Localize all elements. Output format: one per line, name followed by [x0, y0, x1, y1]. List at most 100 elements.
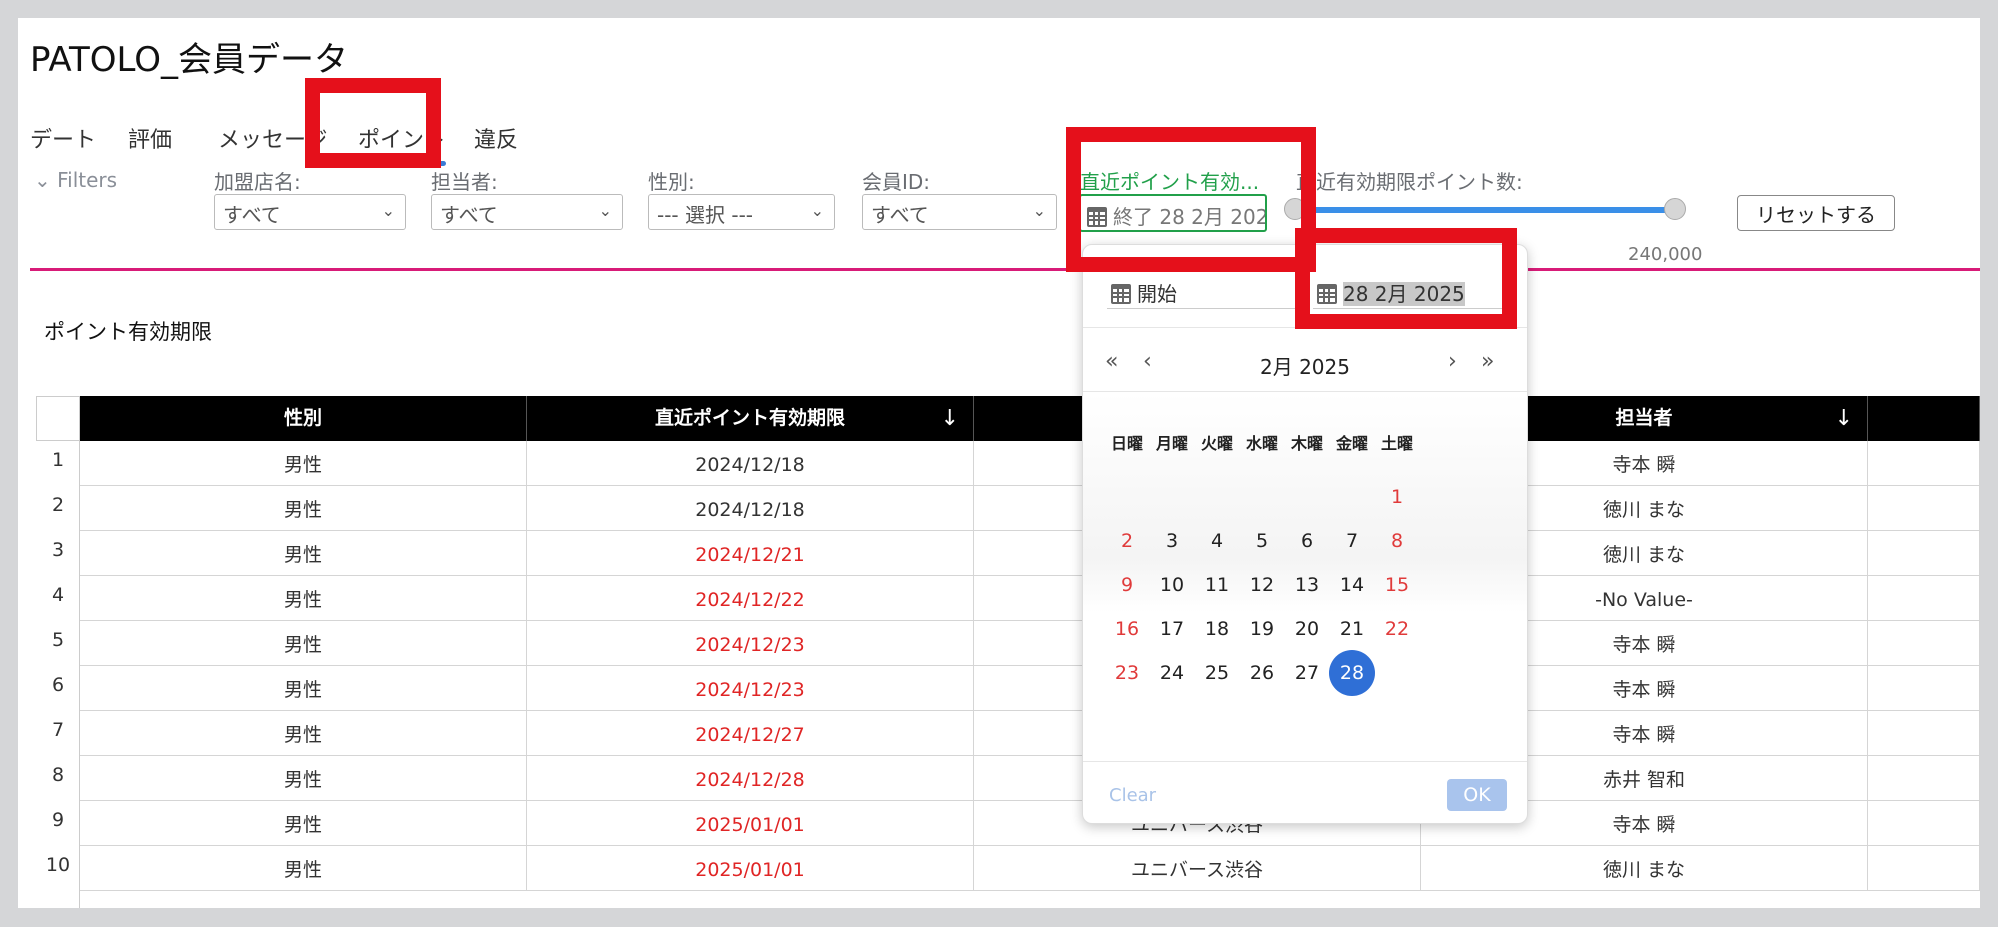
calendar-day[interactable]: 1: [1374, 474, 1420, 520]
table-row[interactable]: 4 男性 2024/12/22 -No Value-: [36, 576, 1980, 621]
calendar-day[interactable]: 6: [1284, 518, 1330, 564]
filter-gender-value: --- 選択 ---: [657, 203, 754, 227]
table-row[interactable]: 7 男性 2024/12/27 寺本 瞬: [36, 711, 1980, 756]
cell-extra: [1868, 801, 1980, 846]
weekday-header: 火曜: [1200, 434, 1233, 453]
tab-violation[interactable]: 違反: [474, 122, 518, 154]
weekday-header: 月曜: [1155, 434, 1188, 453]
filters-toggle[interactable]: ⌄ Filters: [34, 168, 117, 192]
filter-store-select[interactable]: すべて ⌄: [214, 194, 406, 230]
calendar-day[interactable]: 4: [1194, 518, 1240, 564]
filter-gender-select[interactable]: --- 選択 --- ⌄: [648, 194, 835, 230]
row-number: 1: [51, 449, 65, 471]
tab-message[interactable]: メッセージ: [218, 122, 328, 154]
calendar-day[interactable]: 25: [1194, 650, 1240, 696]
section-title: ポイント有効期限: [44, 320, 212, 344]
calendar-day[interactable]: 12: [1239, 562, 1285, 608]
row-number: 2: [51, 494, 65, 516]
filters-toggle-label: Filters: [57, 168, 118, 192]
column-header-label: 性別: [283, 407, 322, 429]
calendar-day[interactable]: 10: [1149, 562, 1195, 608]
tab-rating[interactable]: 評価: [128, 122, 172, 154]
column-header-expiry[interactable]: 直近ポイント有効期限 ↓: [527, 396, 974, 441]
cell-extra: [1868, 756, 1980, 801]
table-row[interactable]: 3 男性 2024/12/21 徳川 まな: [36, 531, 1980, 576]
calendar-day[interactable]: 17: [1149, 606, 1195, 652]
calendar-icon: [1317, 284, 1337, 304]
reset-button[interactable]: リセットする: [1737, 195, 1895, 231]
slider-min-handle[interactable]: [1284, 198, 1306, 220]
cell-expiry-date: 2024/12/21: [527, 531, 974, 576]
filter-expiry-label: 直近ポイント有効...: [1080, 170, 1260, 194]
table-row[interactable]: 5 男性 2024/12/23 寺本 瞬: [36, 621, 1980, 666]
filter-staff-value: すべて: [440, 203, 498, 227]
cell-gender: 男性: [80, 756, 527, 801]
calendar-day[interactable]: 27: [1284, 650, 1330, 696]
tab-point[interactable]: ポイント: [358, 122, 447, 166]
filter-expiry-input[interactable]: 終了 28 2月 2025: [1079, 194, 1267, 232]
calendar-day[interactable]: 23: [1104, 650, 1150, 696]
calendar-day[interactable]: 7: [1329, 518, 1375, 564]
sort-arrow-icon[interactable]: ↓: [941, 396, 959, 441]
sort-arrow-icon[interactable]: ↓: [1835, 396, 1853, 441]
calendar-day[interactable]: 16: [1104, 606, 1150, 652]
calendar-day[interactable]: 26: [1239, 650, 1285, 696]
page-title: PATOLO_会員データ: [30, 40, 348, 80]
table-header: 性別 直近ポイント有効期限 ↓ 担当者 ↓: [36, 396, 1980, 441]
weekday-header: 木曜: [1290, 434, 1323, 453]
table-row[interactable]: 6 男性 2024/12/23 寺本 瞬: [36, 666, 1980, 711]
picker-end-value: 28 2月 2025: [1343, 282, 1465, 306]
row-number: 8: [51, 764, 65, 786]
picker-clear-button[interactable]: Clear: [1109, 785, 1156, 806]
calendar-day[interactable]: 15: [1374, 562, 1420, 608]
calendar-day[interactable]: 24: [1149, 650, 1195, 696]
calendar-day[interactable]: 13: [1284, 562, 1330, 608]
calendar-day[interactable]: 8: [1374, 518, 1420, 564]
calendar-day[interactable]: 19: [1239, 606, 1285, 652]
table-row[interactable]: 2 男性 2024/12/18 徳川 まな: [36, 486, 1980, 531]
calendar-day[interactable]: 21: [1329, 606, 1375, 652]
chevron-down-icon: ⌄: [34, 168, 51, 192]
column-header-extra[interactable]: [1868, 396, 1980, 441]
cell-gender: 男性: [80, 666, 527, 711]
filter-member-select[interactable]: すべて ⌄: [862, 194, 1057, 230]
calendar-day[interactable]: 18: [1194, 606, 1240, 652]
calendar-day[interactable]: 11: [1194, 562, 1240, 608]
row-number: 6: [51, 674, 65, 696]
cell-gender: 男性: [80, 801, 527, 846]
cell-extra: [1868, 531, 1980, 576]
column-header-gender[interactable]: 性別: [80, 396, 527, 441]
table-row[interactable]: 8 男性 2024/12/28 赤井 智和: [36, 756, 1980, 801]
cell-expiry-date: 2025/01/01: [527, 801, 974, 846]
cell-expiry-date: 2024/12/18: [527, 441, 974, 486]
table-row[interactable]: 10 男性 2025/01/01 ユニバース渋谷 徳川 まな: [36, 846, 1980, 891]
table-row[interactable]: 9 男性 2025/01/01 ユニバース渋谷 寺本 瞬: [36, 801, 1980, 846]
slider-max-handle[interactable]: [1664, 198, 1686, 220]
calendar-day[interactable]: 2: [1104, 518, 1150, 564]
next-year-icon[interactable]: »: [1481, 349, 1494, 374]
picker-end-input[interactable]: 28 2月 2025: [1313, 273, 1509, 309]
column-header-label: 直近ポイント有効期限: [654, 407, 845, 429]
calendar-day[interactable]: 3: [1149, 518, 1195, 564]
picker-ok-button[interactable]: OK: [1447, 779, 1507, 811]
filter-staff-select[interactable]: すべて ⌄: [431, 194, 623, 230]
cell-staff: 徳川 まな: [1421, 846, 1868, 891]
cell-expiry-date: 2024/12/23: [527, 666, 974, 711]
tab-date[interactable]: デート: [30, 122, 96, 154]
filter-member-label: 会員ID:: [862, 170, 931, 194]
calendar-icon: [1087, 207, 1107, 227]
calendar-day[interactable]: 5: [1239, 518, 1285, 564]
cell-store: ユニバース渋谷: [974, 846, 1421, 891]
picker-start-input[interactable]: 開始: [1107, 273, 1303, 309]
next-month-icon[interactable]: ›: [1448, 349, 1457, 374]
calendar-day[interactable]: 9: [1104, 562, 1150, 608]
picker-divider: [1083, 761, 1527, 762]
calendar-day-selected[interactable]: 28: [1329, 650, 1375, 696]
row-number: 9: [51, 809, 65, 831]
calendar-day[interactable]: 14: [1329, 562, 1375, 608]
calendar-day[interactable]: 20: [1284, 606, 1330, 652]
column-header-label: 担当者: [1615, 407, 1673, 429]
points-range-slider[interactable]: [1294, 207, 1674, 213]
table-row[interactable]: 1 男性 2024/12/18 寺本 瞬: [36, 441, 1980, 486]
calendar-day[interactable]: 22: [1374, 606, 1420, 652]
